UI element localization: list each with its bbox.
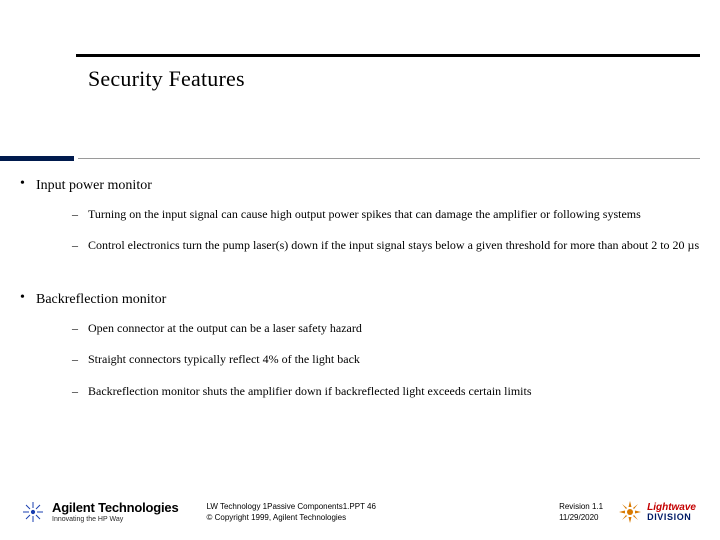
footer-revision: Revision 1.1 xyxy=(559,502,603,511)
sub-bullet-item: Straight connectors typically reflect 4%… xyxy=(72,351,700,368)
footer-date: 11/29/2020 xyxy=(559,513,598,522)
footer-filename: LW Technology 1Passive Components1.PPT 4… xyxy=(207,502,376,511)
sub-bullet-list: Open connector at the output can be a la… xyxy=(72,320,700,400)
separator-rule xyxy=(78,158,700,159)
bullet-label: Backreflection monitor xyxy=(36,292,166,307)
bullet-list: Backreflection monitor Open connector at… xyxy=(20,290,700,400)
footer-copyright: © Copyright 1999, Agilent Technologies xyxy=(207,513,376,522)
footer-center: LW Technology 1Passive Components1.PPT 4… xyxy=(207,502,376,522)
sub-bullet-item: Control electronics turn the pump laser(… xyxy=(72,237,700,254)
footer-right: Revision 1.1 11/29/2020 xyxy=(559,499,696,525)
top-horizontal-rule xyxy=(76,54,700,57)
accent-bar xyxy=(0,156,74,161)
spacer xyxy=(20,268,700,290)
bullet-label: Input power monitor xyxy=(36,178,152,193)
agilent-text: Agilent Technologies Innovating the HP W… xyxy=(52,501,179,523)
slide-title: Security Features xyxy=(88,66,245,92)
sub-bullet-item: Open connector at the output can be a la… xyxy=(72,320,700,337)
bullet-item: Backreflection monitor Open connector at… xyxy=(20,290,700,400)
sub-bullet-item: Backreflection monitor shuts the amplifi… xyxy=(72,383,700,400)
spark-icon xyxy=(20,499,46,525)
slide: Security Features Input power monitor Tu… xyxy=(0,0,720,540)
sub-bullet-item: Turning on the input signal can cause hi… xyxy=(72,206,700,223)
slide-footer: Agilent Technologies Innovating the HP W… xyxy=(20,492,696,532)
lightwave-text: Lightwave DIVISION xyxy=(647,503,696,522)
agilent-tagline: Innovating the HP Way xyxy=(52,516,179,523)
sunburst-icon xyxy=(617,499,643,525)
agilent-logo: Agilent Technologies Innovating the HP W… xyxy=(20,499,179,525)
lightwave-name: Lightwave xyxy=(647,503,696,513)
sub-bullet-list: Turning on the input signal can cause hi… xyxy=(72,206,700,255)
agilent-name: Agilent Technologies xyxy=(52,501,179,514)
lightwave-logo: Lightwave DIVISION xyxy=(617,499,696,525)
footer-meta: Revision 1.1 11/29/2020 xyxy=(559,502,603,522)
slide-content: Input power monitor Turning on the input… xyxy=(20,176,700,414)
lightwave-division: DIVISION xyxy=(647,513,696,522)
bullet-item: Input power monitor Turning on the input… xyxy=(20,176,700,254)
bullet-list: Input power monitor Turning on the input… xyxy=(20,176,700,254)
